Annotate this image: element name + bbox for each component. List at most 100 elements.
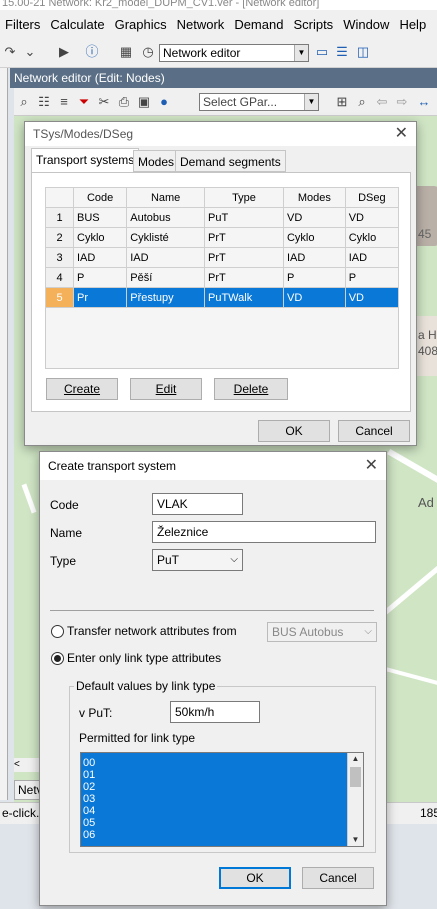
column-header[interactable]: Name <box>126 187 205 208</box>
menu-network[interactable]: Network <box>172 17 230 32</box>
code-input[interactable]: VLAK <box>152 493 243 515</box>
menu-filters[interactable]: Filters <box>0 17 45 32</box>
transfer-radio[interactable] <box>51 625 64 638</box>
row-number[interactable]: 4 <box>45 267 74 288</box>
tab-transport-systems[interactable]: Transport systems <box>31 148 140 173</box>
redo-dropdown-icon[interactable]: ⌄ <box>22 44 38 60</box>
column-header[interactable]: Modes <box>282 187 346 208</box>
row-number[interactable]: 2 <box>45 227 74 248</box>
list-item[interactable]: 05 <box>83 817 363 829</box>
edit-button[interactable]: Edit <box>130 378 202 400</box>
view-selector[interactable]: Network editor ▼ <box>159 44 309 62</box>
type-select[interactable]: PuT ⌵ <box>152 549 243 571</box>
close-icon[interactable]: ✕ <box>365 452 378 480</box>
cell-code[interactable]: Cyklo <box>72 227 128 248</box>
cell-name[interactable]: Přestupy <box>126 287 205 308</box>
list-icon[interactable]: ☷ <box>36 94 52 110</box>
camera-icon[interactable]: ▣ <box>136 94 152 110</box>
enter-only-radio[interactable] <box>51 652 64 665</box>
redo-icon[interactable]: ↷ <box>2 44 18 60</box>
zoom-fit-icon[interactable]: ⊞ <box>334 94 350 110</box>
cell-type[interactable]: PrT <box>204 267 284 288</box>
cell-dseg[interactable]: VD <box>344 207 400 228</box>
list-item[interactable]: 03 <box>83 793 363 805</box>
cell-code[interactable]: Pr <box>72 287 128 308</box>
play-icon[interactable]: ▶ <box>56 44 72 60</box>
link-type-list[interactable]: 00 01 02 03 04 05 06 ▲ ▼ <box>80 752 364 847</box>
transfer-source-select[interactable]: BUS Autobus ⌵ <box>267 622 377 642</box>
filter-icon[interactable]: ⏷ <box>76 94 92 110</box>
grid-icon[interactable]: ▦ <box>118 44 134 60</box>
list-item[interactable]: 06 <box>83 829 363 841</box>
create-cancel-button[interactable]: Cancel <box>302 867 374 889</box>
tsys-ok-button[interactable]: OK <box>258 420 330 442</box>
print-icon[interactable]: ⎙ <box>116 94 132 110</box>
name-input[interactable]: Železnice <box>152 521 376 543</box>
menu-scripts[interactable]: Scripts <box>288 17 338 32</box>
table-row[interactable]: 3 IAD IAD PrT IAD IAD <box>45 247 400 268</box>
row-number[interactable]: 1 <box>45 207 74 228</box>
row-number[interactable]: 5 <box>45 287 74 308</box>
menu-window[interactable]: Window <box>338 17 394 32</box>
scroll-thumb[interactable] <box>350 767 361 787</box>
menu-calculate[interactable]: Calculate <box>45 17 109 32</box>
zoom-icon[interactable]: ⌕ <box>354 94 370 110</box>
gpar-selector[interactable]: Select GPar... ▼ <box>199 93 319 111</box>
close-icon[interactable]: ✕ <box>395 122 408 146</box>
scroll-down-icon[interactable]: ▼ <box>348 834 363 846</box>
list-item[interactable]: 00 <box>83 757 363 769</box>
cell-name[interactable]: Cyklisté <box>126 227 205 248</box>
menu-graphics[interactable]: Graphics <box>110 17 172 32</box>
cell-modes[interactable]: IAD <box>282 247 346 268</box>
cell-modes[interactable]: VD <box>282 207 346 228</box>
back-icon[interactable]: ⇦ <box>374 94 390 110</box>
list-scrollbar[interactable]: ▲ ▼ <box>347 753 363 846</box>
cell-dseg[interactable]: Cyklo <box>344 227 400 248</box>
cell-code[interactable]: P <box>72 267 128 288</box>
menu-demand[interactable]: Demand <box>229 17 288 32</box>
layout-vertical-icon[interactable]: ◫ <box>355 44 371 60</box>
cell-dseg[interactable]: P <box>344 267 400 288</box>
list-item[interactable]: 02 <box>83 781 363 793</box>
tab-modes[interactable]: Modes <box>133 150 180 172</box>
menu-help[interactable]: Help <box>394 17 431 32</box>
table-row-selected[interactable]: 5 Pr Přestupy PuTWalk VD VD <box>45 287 400 308</box>
history-icon[interactable]: ◷ <box>140 44 156 60</box>
globe-icon[interactable]: ● <box>156 94 172 110</box>
vput-input[interactable]: 50km/h <box>170 701 260 723</box>
row-number[interactable]: 3 <box>45 247 74 268</box>
cell-type[interactable]: PrT <box>204 247 284 268</box>
tab-demand-segments[interactable]: Demand segments <box>175 150 286 172</box>
cell-name[interactable]: Pěší <box>126 267 205 288</box>
info-icon[interactable]: ⓘ <box>84 44 100 60</box>
table-row[interactable]: 1 BUS Autobus PuT VD VD <box>45 207 400 228</box>
table-row[interactable]: 4 P Pěší PrT P P <box>45 267 400 288</box>
forward-icon[interactable]: ⇨ <box>394 94 410 110</box>
cell-type[interactable]: PuT <box>204 207 284 228</box>
cell-type[interactable]: PrT <box>204 227 284 248</box>
tools-icon[interactable]: ✂ <box>96 94 112 110</box>
column-header[interactable]: Code <box>72 187 128 208</box>
cell-modes[interactable]: VD <box>282 287 346 308</box>
layers-icon[interactable]: ≡ <box>56 94 72 110</box>
create-ok-button[interactable]: OK <box>219 867 291 889</box>
table-row[interactable]: 2 Cyklo Cyklisté PrT Cyklo Cyklo <box>45 227 400 248</box>
pan-icon[interactable]: ↔ <box>416 94 432 110</box>
delete-button[interactable]: Delete <box>214 378 288 400</box>
cell-modes[interactable]: Cyklo <box>282 227 346 248</box>
list-item[interactable]: 04 <box>83 805 363 817</box>
cell-type[interactable]: PuTWalk <box>204 287 284 308</box>
cell-name[interactable]: Autobus <box>126 207 205 228</box>
cell-code[interactable]: BUS <box>72 207 128 228</box>
cell-name[interactable]: IAD <box>126 247 205 268</box>
cell-dseg[interactable]: VD <box>344 287 400 308</box>
cell-code[interactable]: IAD <box>72 247 128 268</box>
tsys-cancel-button[interactable]: Cancel <box>338 420 410 442</box>
create-button[interactable]: Create <box>46 378 118 400</box>
list-item[interactable]: 01 <box>83 769 363 781</box>
cell-dseg[interactable]: IAD <box>344 247 400 268</box>
column-header[interactable]: DSeg <box>344 187 400 208</box>
layout-single-icon[interactable]: ▭ <box>314 44 330 60</box>
layout-horizontal-icon[interactable]: ☰ <box>334 44 350 60</box>
scroll-up-icon[interactable]: ▲ <box>348 753 363 765</box>
